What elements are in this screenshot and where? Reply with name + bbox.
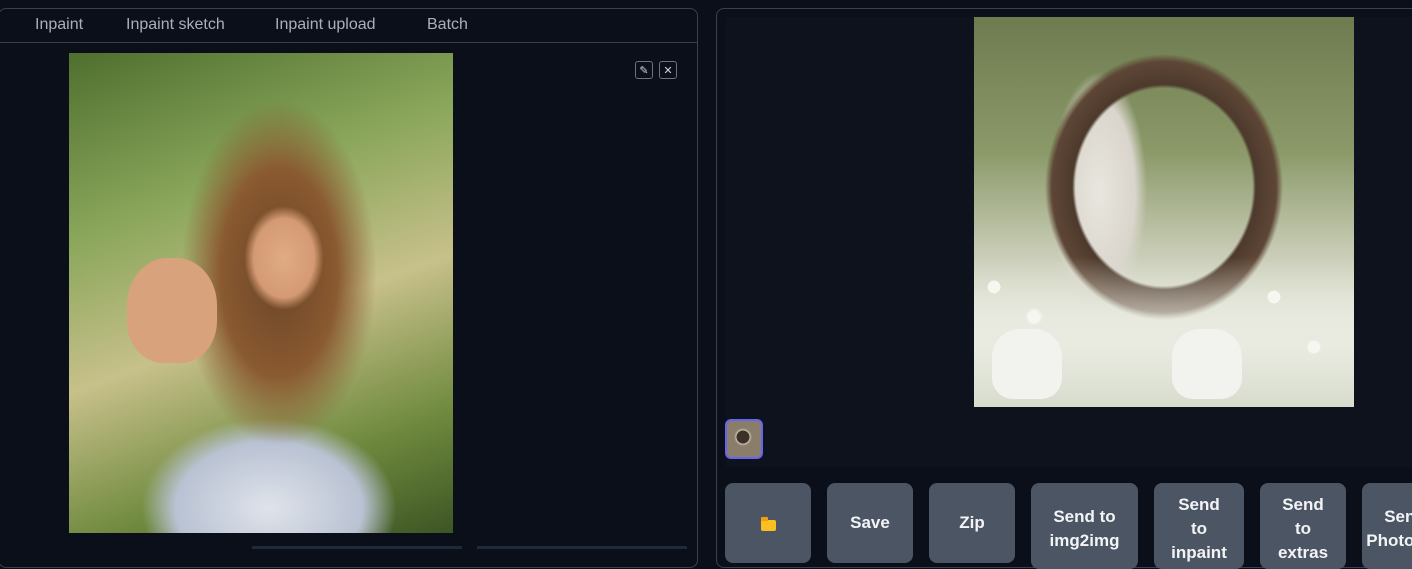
button-label-line: Send — [1178, 495, 1220, 514]
folder-icon — [760, 516, 776, 531]
mode-tabs: Inpaint Inpaint sketch Inpaint upload Ba… — [0, 9, 697, 43]
send-to-inpaint-button[interactable]: Send to inpaint — [1154, 483, 1244, 569]
tab-inpaint[interactable]: Inpaint — [35, 16, 83, 34]
image-detail — [127, 258, 217, 363]
tab-inpaint-sketch[interactable]: Inpaint sketch — [126, 16, 225, 34]
save-label: Save — [850, 513, 890, 532]
zip-label: Zip — [959, 513, 985, 532]
open-folder-button[interactable] — [725, 483, 811, 563]
image-detail — [1172, 329, 1242, 399]
button-label-line: extras — [1277, 543, 1329, 562]
inpaint-input-image[interactable] — [69, 53, 453, 533]
send-to-img2img-button[interactable]: Send to img2img — [1031, 483, 1138, 569]
button-label-line: inpaint — [1171, 543, 1227, 562]
button-label-line: Photopea — [1366, 531, 1412, 550]
button-label-line: Send — [1384, 507, 1412, 526]
edit-icon[interactable]: ✎ — [635, 61, 653, 79]
save-button[interactable]: Save — [827, 483, 913, 563]
inpaint-panel: Inpaint Inpaint sketch Inpaint upload Ba… — [0, 8, 698, 568]
button-label-line: Send to — [1053, 507, 1116, 526]
image-detail — [992, 329, 1062, 399]
tab-inpaint-upload[interactable]: Inpaint upload — [275, 16, 376, 34]
send-to-photopea-button[interactable]: Send Photopea — [1362, 483, 1412, 569]
zip-button[interactable]: Zip — [929, 483, 1015, 563]
button-label-line: Send — [1282, 495, 1324, 514]
button-label-line: to — [1190, 519, 1208, 538]
gallery-thumbnail[interactable] — [725, 419, 763, 459]
button-label-line: img2img — [1049, 531, 1120, 550]
tab-batch[interactable]: Batch — [427, 16, 468, 34]
send-to-extras-button[interactable]: Send to extras — [1260, 483, 1346, 569]
generated-image[interactable] — [974, 17, 1354, 407]
close-icon[interactable]: ✕ — [659, 61, 677, 79]
button-label-line: to — [1294, 519, 1312, 538]
